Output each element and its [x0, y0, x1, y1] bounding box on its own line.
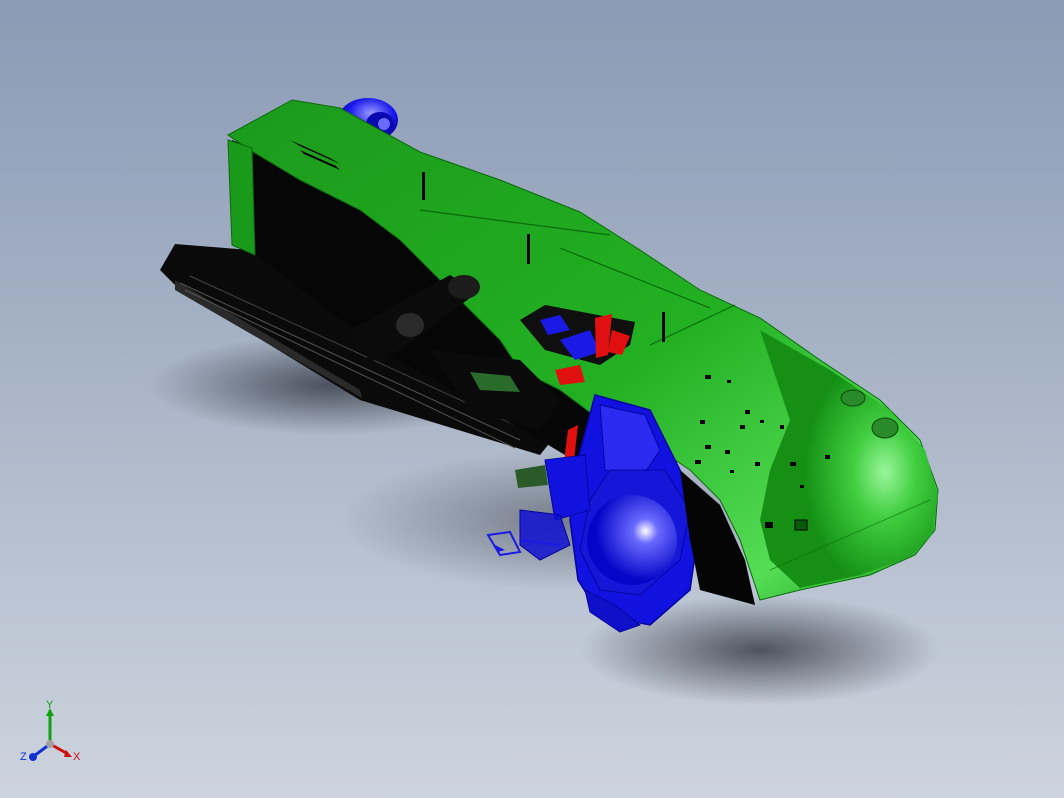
triad-y-axis [46, 708, 54, 744]
triad-z-label: Z [20, 751, 27, 763]
submersible-model[interactable] [0, 0, 1064, 798]
triad-y-label: Y [46, 700, 54, 711]
view-triad[interactable]: Y X Z [18, 700, 90, 772]
triad-origin [46, 740, 54, 748]
triad-x-label: X [73, 751, 81, 763]
graphics-viewport[interactable]: Y X Z [0, 0, 1064, 798]
triad-z-axis [29, 742, 51, 761]
